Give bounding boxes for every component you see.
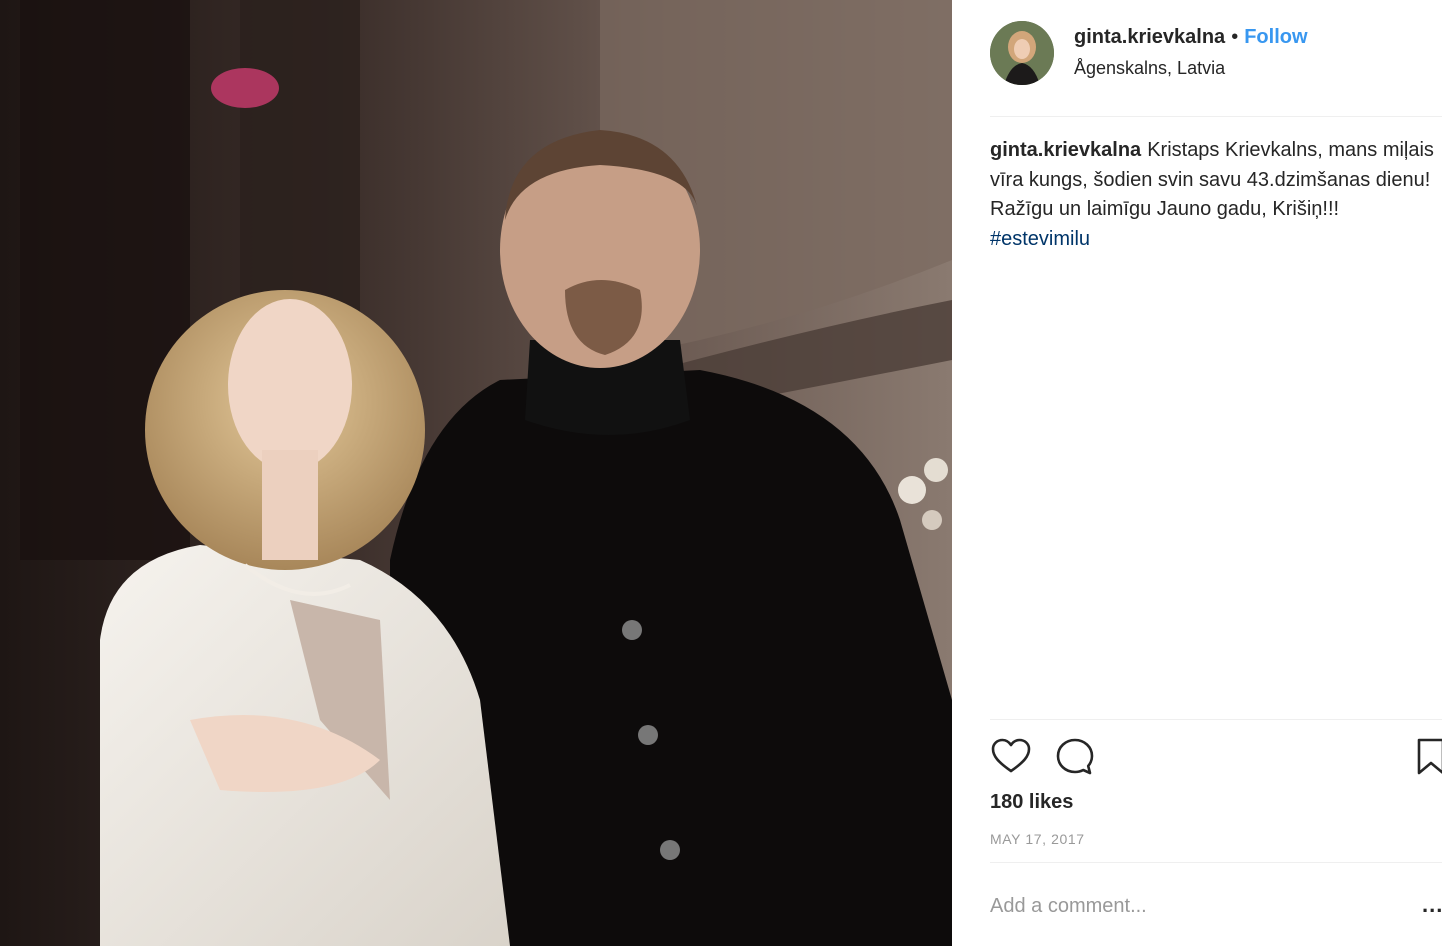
- photo-illustration: [0, 0, 952, 946]
- post-username[interactable]: ginta.krievkalna: [1074, 26, 1225, 48]
- username-row: ginta.krievkalna • Follow: [1074, 26, 1308, 49]
- avatar-image: [990, 21, 1054, 85]
- action-bar: [990, 736, 1442, 782]
- separator-dot: •: [1231, 26, 1239, 48]
- avatar[interactable]: [990, 21, 1054, 85]
- header-divider: [990, 116, 1442, 117]
- comment-input[interactable]: [990, 890, 1390, 922]
- heart-icon[interactable]: [990, 736, 1032, 778]
- bookmark-icon[interactable]: [1416, 736, 1442, 778]
- post-header: ginta.krievkalna • Follow Ågenskalns, Latv…: [990, 18, 1442, 88]
- likes-count[interactable]: 180 likes: [990, 791, 1073, 814]
- instagram-post: ginta.krievkalna • Follow Ågenskalns, Latv…: [0, 0, 1442, 946]
- actions-divider: [990, 719, 1442, 720]
- post-date[interactable]: MAY 17, 2017: [990, 831, 1085, 847]
- caption-username[interactable]: ginta.krievkalna: [990, 139, 1141, 161]
- comment-divider: [990, 862, 1442, 863]
- caption-hashtag[interactable]: #estevimilu: [990, 228, 1090, 250]
- more-options-button[interactable]: ...: [1422, 892, 1442, 918]
- follow-button[interactable]: Follow: [1244, 26, 1307, 48]
- post-photo[interactable]: [0, 0, 952, 946]
- post-caption: ginta.krievkalna Kristaps Krievkalns, man…: [990, 136, 1440, 254]
- comment-icon[interactable]: [1054, 736, 1096, 778]
- post-sidebar: ginta.krievkalna • Follow Ågenskalns, Latv…: [952, 0, 1442, 946]
- post-location[interactable]: Ågenskalns, Latvia: [1074, 58, 1225, 79]
